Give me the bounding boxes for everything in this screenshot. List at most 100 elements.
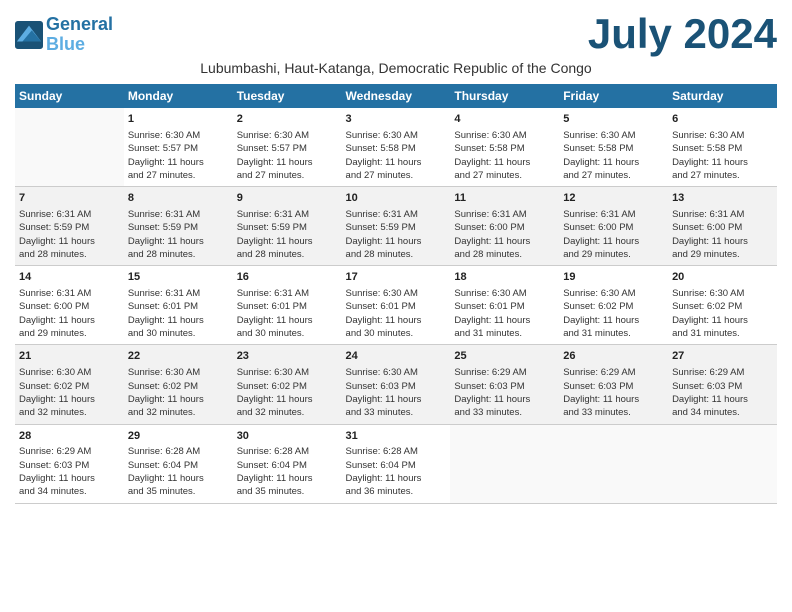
day-number: 15 [128, 270, 229, 286]
logo-name: General Blue [46, 15, 113, 55]
logo: General Blue [15, 15, 113, 55]
day-info: Sunrise: 6:31 AMSunset: 5:59 PMDaylight:… [237, 208, 338, 261]
day-info: Sunrise: 6:31 AMSunset: 5:59 PMDaylight:… [128, 208, 229, 261]
calendar-cell: 7Sunrise: 6:31 AMSunset: 5:59 PMDaylight… [15, 187, 124, 266]
calendar-cell: 15Sunrise: 6:31 AMSunset: 6:01 PMDayligh… [124, 266, 233, 345]
day-header-friday: Friday [559, 84, 668, 108]
calendar-cell [668, 424, 777, 503]
calendar-cell: 9Sunrise: 6:31 AMSunset: 5:59 PMDaylight… [233, 187, 342, 266]
calendar-cell: 20Sunrise: 6:30 AMSunset: 6:02 PMDayligh… [668, 266, 777, 345]
calendar-table: SundayMondayTuesdayWednesdayThursdayFrid… [15, 84, 777, 504]
calendar-cell: 25Sunrise: 6:29 AMSunset: 6:03 PMDayligh… [450, 345, 559, 424]
day-number: 9 [237, 191, 338, 207]
calendar-cell: 3Sunrise: 6:30 AMSunset: 5:58 PMDaylight… [342, 108, 451, 187]
calendar-cell: 30Sunrise: 6:28 AMSunset: 6:04 PMDayligh… [233, 424, 342, 503]
day-info: Sunrise: 6:30 AMSunset: 6:02 PMDaylight:… [672, 287, 773, 340]
day-number: 19 [563, 270, 664, 286]
calendar-cell: 17Sunrise: 6:30 AMSunset: 6:01 PMDayligh… [342, 266, 451, 345]
day-info: Sunrise: 6:28 AMSunset: 6:04 PMDaylight:… [346, 445, 447, 498]
day-info: Sunrise: 6:30 AMSunset: 5:57 PMDaylight:… [128, 129, 229, 182]
location-subtitle: Lubumbashi, Haut-Katanga, Democratic Rep… [15, 60, 777, 76]
day-info: Sunrise: 6:31 AMSunset: 6:01 PMDaylight:… [128, 287, 229, 340]
day-info: Sunrise: 6:31 AMSunset: 6:01 PMDaylight:… [237, 287, 338, 340]
day-info: Sunrise: 6:31 AMSunset: 6:00 PMDaylight:… [672, 208, 773, 261]
logo-icon [15, 21, 43, 49]
calendar-cell: 16Sunrise: 6:31 AMSunset: 6:01 PMDayligh… [233, 266, 342, 345]
day-info: Sunrise: 6:30 AMSunset: 5:58 PMDaylight:… [672, 129, 773, 182]
day-number: 16 [237, 270, 338, 286]
day-header-wednesday: Wednesday [342, 84, 451, 108]
calendar-cell: 27Sunrise: 6:29 AMSunset: 6:03 PMDayligh… [668, 345, 777, 424]
calendar-cell: 10Sunrise: 6:31 AMSunset: 5:59 PMDayligh… [342, 187, 451, 266]
calendar-cell: 13Sunrise: 6:31 AMSunset: 6:00 PMDayligh… [668, 187, 777, 266]
day-info: Sunrise: 6:30 AMSunset: 6:03 PMDaylight:… [346, 366, 447, 419]
day-info: Sunrise: 6:31 AMSunset: 6:00 PMDaylight:… [19, 287, 120, 340]
day-info: Sunrise: 6:30 AMSunset: 6:01 PMDaylight:… [346, 287, 447, 340]
day-number: 30 [237, 429, 338, 445]
day-number: 24 [346, 349, 447, 365]
calendar-cell: 24Sunrise: 6:30 AMSunset: 6:03 PMDayligh… [342, 345, 451, 424]
calendar-header-row: SundayMondayTuesdayWednesdayThursdayFrid… [15, 84, 777, 108]
calendar-cell: 4Sunrise: 6:30 AMSunset: 5:58 PMDaylight… [450, 108, 559, 187]
calendar-cell: 6Sunrise: 6:30 AMSunset: 5:58 PMDaylight… [668, 108, 777, 187]
calendar-cell: 12Sunrise: 6:31 AMSunset: 6:00 PMDayligh… [559, 187, 668, 266]
day-number: 7 [19, 191, 120, 207]
day-number: 22 [128, 349, 229, 365]
day-info: Sunrise: 6:31 AMSunset: 5:59 PMDaylight:… [346, 208, 447, 261]
day-number: 27 [672, 349, 773, 365]
day-number: 4 [454, 112, 555, 128]
day-number: 28 [19, 429, 120, 445]
day-number: 20 [672, 270, 773, 286]
calendar-cell [15, 108, 124, 187]
calendar-week-1: 1Sunrise: 6:30 AMSunset: 5:57 PMDaylight… [15, 108, 777, 187]
calendar-cell: 11Sunrise: 6:31 AMSunset: 6:00 PMDayligh… [450, 187, 559, 266]
day-info: Sunrise: 6:30 AMSunset: 5:58 PMDaylight:… [563, 129, 664, 182]
calendar-cell [450, 424, 559, 503]
day-info: Sunrise: 6:28 AMSunset: 6:04 PMDaylight:… [237, 445, 338, 498]
day-info: Sunrise: 6:30 AMSunset: 5:57 PMDaylight:… [237, 129, 338, 182]
day-info: Sunrise: 6:30 AMSunset: 6:02 PMDaylight:… [128, 366, 229, 419]
day-number: 31 [346, 429, 447, 445]
calendar-cell: 18Sunrise: 6:30 AMSunset: 6:01 PMDayligh… [450, 266, 559, 345]
calendar-cell: 26Sunrise: 6:29 AMSunset: 6:03 PMDayligh… [559, 345, 668, 424]
day-info: Sunrise: 6:29 AMSunset: 6:03 PMDaylight:… [672, 366, 773, 419]
calendar-cell: 23Sunrise: 6:30 AMSunset: 6:02 PMDayligh… [233, 345, 342, 424]
day-info: Sunrise: 6:29 AMSunset: 6:03 PMDaylight:… [563, 366, 664, 419]
day-info: Sunrise: 6:31 AMSunset: 6:00 PMDaylight:… [563, 208, 664, 261]
day-number: 11 [454, 191, 555, 207]
calendar-week-4: 21 Sunrise: 6:30 AMSunset: 6:02 PMDayligh… [15, 345, 777, 424]
calendar-week-5: 28Sunrise: 6:29 AMSunset: 6:03 PMDayligh… [15, 424, 777, 503]
day-info: Sunrise: 6:30 AMSunset: 6:02 PMDaylight:… [563, 287, 664, 340]
month-year-title: July 2024 [588, 10, 777, 58]
day-info: Sunrise: 6:30 AMSunset: 5:58 PMDaylight:… [346, 129, 447, 182]
day-info: Sunrise: 6:28 AMSunset: 6:04 PMDaylight:… [128, 445, 229, 498]
day-number: 25 [454, 349, 555, 365]
calendar-cell: 5Sunrise: 6:30 AMSunset: 5:58 PMDaylight… [559, 108, 668, 187]
day-number: 17 [346, 270, 447, 286]
calendar-body: 1Sunrise: 6:30 AMSunset: 5:57 PMDaylight… [15, 108, 777, 503]
calendar-cell: 31Sunrise: 6:28 AMSunset: 6:04 PMDayligh… [342, 424, 451, 503]
calendar-cell [559, 424, 668, 503]
day-number: 10 [346, 191, 447, 207]
day-header-tuesday: Tuesday [233, 84, 342, 108]
day-number: 12 [563, 191, 664, 207]
day-header-monday: Monday [124, 84, 233, 108]
day-number: 5 [563, 112, 664, 128]
day-header-sunday: Sunday [15, 84, 124, 108]
calendar-cell: 1Sunrise: 6:30 AMSunset: 5:57 PMDaylight… [124, 108, 233, 187]
day-header-thursday: Thursday [450, 84, 559, 108]
calendar-cell: 21Sunrise: 6:30 AMSunset: 6:02 PMDayligh… [15, 345, 124, 424]
day-number: 3 [346, 112, 447, 128]
day-number: 2 [237, 112, 338, 128]
day-number: 14 [19, 270, 120, 286]
day-number: 6 [672, 112, 773, 128]
day-number: 26 [563, 349, 664, 365]
day-info: Sunrise: 6:30 AMSunset: 5:58 PMDaylight:… [454, 129, 555, 182]
calendar-week-2: 7 Sunrise: 6:31 AMSunset: 5:59 PMDaylight… [15, 187, 777, 266]
day-number: 21 [19, 349, 120, 365]
page-header: General Blue July 2024 [15, 10, 777, 58]
day-number: 8 [128, 191, 229, 207]
calendar-week-3: 14Sunrise: 6:31 AMSunset: 6:00 PMDayligh… [15, 266, 777, 345]
calendar-cell: 28Sunrise: 6:29 AMSunset: 6:03 PMDayligh… [15, 424, 124, 503]
day-info: Sunrise: 6:31 AMSunset: 6:00 PMDaylight:… [454, 208, 555, 261]
